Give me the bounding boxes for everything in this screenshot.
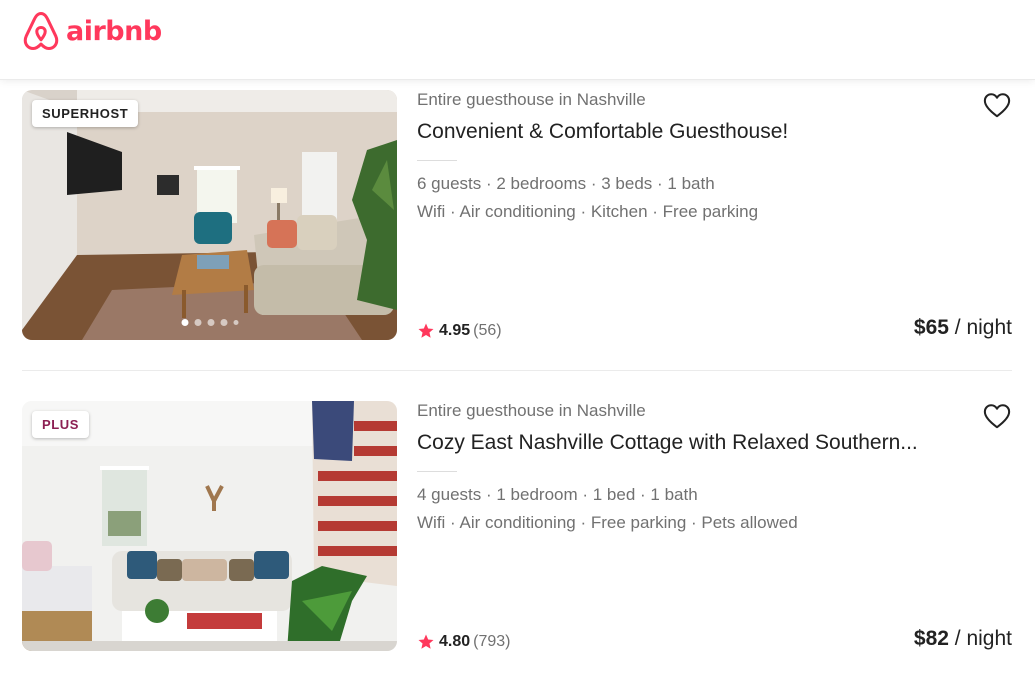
price-amount: $65 [913,316,949,339]
star-icon [418,323,434,338]
carousel-dot[interactable] [181,630,188,637]
listing-card[interactable]: SUPERHOST Entire guesthouse in Nashville… [22,90,1012,340]
airbnb-belo-icon [23,11,59,51]
carousel-dot[interactable] [233,631,238,636]
divider [417,160,457,161]
listing-rating: 4.95 (56) [417,322,502,340]
review-count[interactable]: (56) [473,322,501,340]
plus-badge: PLUS [32,411,90,438]
listing-type: Entire guesthouse in Nashville [417,401,646,420]
save-to-wishlist-button[interactable] [982,401,1012,431]
airbnb-logo[interactable]: airbnb [22,10,162,52]
rating-score: 4.95 [439,322,471,339]
listing-info: Entire guesthouse in Nashville Cozy East… [417,401,1012,651]
listing-amenities: Wifi · Air conditioning · Kitchen · Free… [417,202,759,221]
superhost-badge: SUPERHOST [32,100,139,127]
listing-price: $65 / night [914,316,1012,340]
listing-title[interactable]: Convenient & Comfortable Guesthouse! [417,120,788,144]
listing-type: Entire guesthouse in Nashville [417,90,646,109]
photo-carousel-dots [181,630,238,637]
carousel-dot[interactable] [220,319,227,326]
price-unit: / night [954,627,1012,650]
cottage-living-room-photo [22,401,397,651]
living-room-photo [22,90,397,340]
listing-photo[interactable]: PLUS [22,401,397,651]
listing-card[interactable]: PLUS Entire guesthouse in Nashville Cozy… [22,401,1012,651]
listing-details: 4 guests · 1 bedroom · 1 bed · 1 bath [417,485,698,504]
carousel-dot[interactable] [207,630,214,637]
listing-info: Entire guesthouse in Nashville Convenien… [417,90,1012,340]
photo-carousel-dots [181,319,238,326]
carousel-dot[interactable] [220,630,227,637]
listing-title[interactable]: Cozy East Nashville Cottage with Relaxed… [417,431,918,455]
listing-rating: 4.80 (793) [417,633,511,651]
carousel-dot[interactable] [194,319,201,326]
price-unit: / night [954,316,1012,339]
rating-score: 4.80 [439,633,471,650]
listing-price: $82 / night [914,627,1012,651]
listing-photo[interactable]: SUPERHOST [22,90,397,340]
logo-wordmark: airbnb [66,15,162,47]
price-amount: $82 [913,627,949,650]
review-count[interactable]: (793) [473,633,510,651]
save-to-wishlist-button[interactable] [982,90,1012,120]
carousel-dot[interactable] [233,320,238,325]
heart-outline-icon [983,93,1011,118]
listing-separator [22,370,1012,371]
heart-outline-icon [983,404,1011,429]
carousel-dot[interactable] [194,630,201,637]
listing-details: 6 guests · 2 bedrooms · 3 beds · 1 bath [417,174,715,193]
listing-amenities: Wifi · Air conditioning · Free parking ·… [417,513,798,532]
top-header: airbnb [0,0,1035,80]
divider [417,471,457,472]
carousel-dot[interactable] [207,319,214,326]
carousel-dot[interactable] [181,319,188,326]
star-icon [418,634,434,649]
